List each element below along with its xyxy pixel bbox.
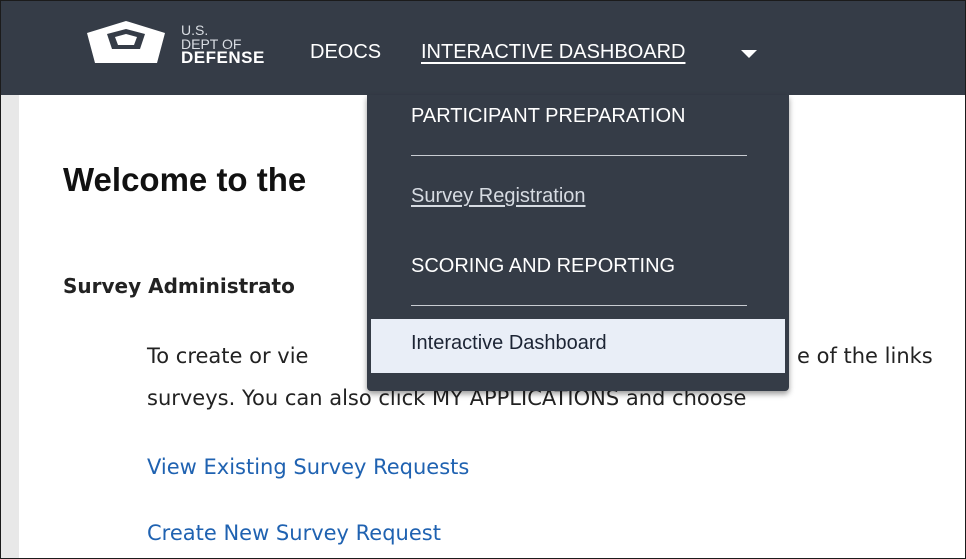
caret-down-icon[interactable]	[741, 50, 757, 58]
interactive-dashboard-item[interactable]: Interactive Dashboard	[371, 319, 785, 373]
page-title: Welcome to the	[63, 161, 307, 198]
dod-logo[interactable]: U.S. DEPT OF DEFENSE	[77, 19, 287, 85]
instructions-line-1-left: To create or vie	[147, 344, 309, 368]
interactive-dashboard-item-label: Interactive Dashboard	[411, 332, 607, 354]
interactive-dashboard-dropdown: PARTICIPANT PREPARATION Survey Registrat…	[367, 95, 789, 391]
instructions-line-1-right: e of the links	[797, 344, 933, 368]
create-new-request-link[interactable]: Create New Survey Request	[147, 521, 441, 545]
nav-deocs[interactable]: DEOCS	[310, 41, 381, 64]
dropdown-header-scoring-reporting: SCORING AND REPORTING	[411, 255, 676, 277]
logo-text: U.S. DEPT OF DEFENSE	[181, 22, 265, 67]
view-existing-requests-link[interactable]: View Existing Survey Requests	[147, 455, 469, 479]
dropdown-divider	[411, 155, 747, 156]
section-heading: Survey Administrato	[63, 274, 295, 298]
pentagon-logo-icon	[87, 21, 165, 63]
left-edge-bar	[1, 95, 19, 558]
top-navbar: U.S. DEPT OF DEFENSE DEOCS INTERACTIVE D…	[1, 1, 965, 95]
logo-line-3: DEFENSE	[181, 48, 265, 67]
nav-interactive-dashboard[interactable]: INTERACTIVE DASHBOARD	[421, 41, 685, 64]
browser-frame: U.S. DEPT OF DEFENSE DEOCS INTERACTIVE D…	[0, 0, 966, 559]
survey-registration-link[interactable]: Survey Registration	[411, 185, 586, 208]
dropdown-divider	[411, 305, 747, 306]
logo-line-1: U.S.	[181, 22, 209, 38]
dropdown-header-participant-preparation: PARTICIPANT PREPARATION	[411, 105, 686, 127]
